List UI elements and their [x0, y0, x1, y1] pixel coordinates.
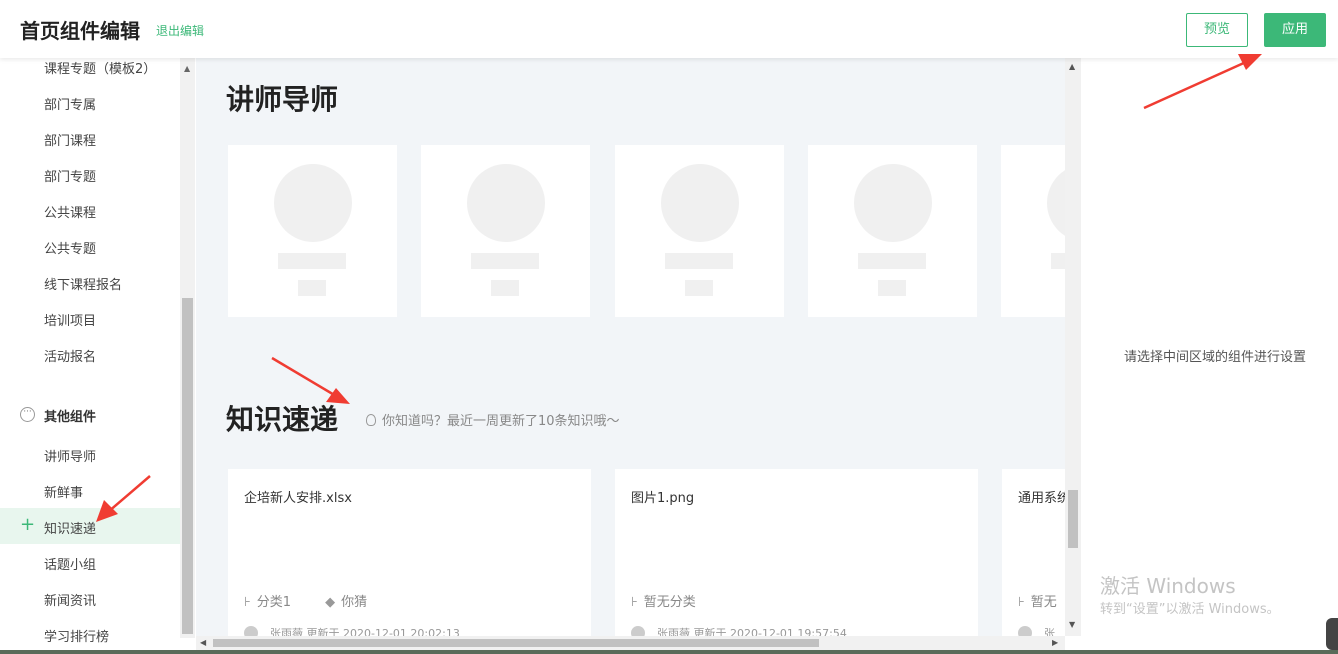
knowledge-card-meta: ⊦ 分类1 ◆ 你猜 — [244, 591, 367, 610]
knowledge-card-meta: ⊦ 暂无 — [1018, 591, 1057, 610]
sidebar-item-public-course[interactable]: 公共课程 — [44, 202, 96, 221]
knowledge-card-author: 张雨薇 — [270, 627, 303, 636]
settings-hint: 请选择中间区域的组件进行设置 — [1124, 350, 1307, 365]
knowledge-card-author-row: 张 — [1018, 625, 1055, 636]
lecturer-placeholder-card[interactable] — [808, 145, 977, 317]
lecturer-section-title[interactable]: 讲师导师 — [226, 78, 338, 118]
canvas-vertical-scroll-thumb[interactable] — [1068, 490, 1078, 548]
knowledge-card[interactable]: 通用系统 ⊦ 暂无 张 — [1002, 469, 1065, 636]
avatar-placeholder — [854, 164, 932, 242]
title-placeholder — [878, 280, 906, 296]
sidebar-item-knowledge[interactable]: 知识速递 — [44, 518, 96, 537]
floating-widget-icon[interactable] — [1326, 618, 1338, 650]
taskbar-strip — [0, 650, 1338, 654]
scroll-up-icon[interactable]: ▲ — [1069, 62, 1075, 71]
avatar — [631, 626, 645, 636]
scroll-left-icon[interactable]: ◀ — [200, 638, 206, 647]
exit-edit-link[interactable]: 退出编辑 — [156, 22, 204, 39]
lecturer-placeholder-card[interactable] — [615, 145, 784, 317]
canvas-horizontal-scroll-thumb[interactable] — [213, 639, 819, 647]
sidebar-item-public-topic[interactable]: 公共专题 — [44, 238, 96, 257]
sidebar-item-department-course[interactable]: 部门课程 — [44, 130, 96, 149]
sidebar-item-department-exclusive[interactable]: 部门专属 — [44, 94, 96, 113]
avatar-placeholder — [661, 164, 739, 242]
apply-button[interactable]: 应用 — [1264, 13, 1326, 47]
bulb-icon — [366, 414, 376, 426]
knowledge-card-title: 图片1.png — [631, 491, 695, 506]
lecturer-placeholder-card[interactable] — [421, 145, 590, 317]
knowledge-card-category: 暂无分类 — [643, 595, 696, 610]
title-placeholder — [685, 280, 713, 296]
component-sidebar: 课程专题（模板2） 部门专属 部门课程 部门专题 公共课程 公共专题 线下课程报… — [0, 58, 180, 654]
sidebar-item-training-project[interactable]: 培训项目 — [44, 310, 96, 329]
name-placeholder — [665, 253, 733, 269]
knowledge-card-category: 暂无 — [1030, 595, 1057, 610]
sidebar-item-news[interactable]: 新闻资讯 — [44, 590, 96, 609]
category-icon: ⊦ — [1018, 595, 1025, 610]
avatar-placeholder — [274, 164, 352, 242]
knowledge-card-category: 分类1 — [256, 595, 292, 610]
avatar — [1018, 626, 1032, 636]
sidebar-item-leaderboard[interactable]: 学习排行榜 — [44, 626, 109, 645]
sidebar-item-news-feed[interactable]: 新鲜事 — [44, 482, 83, 501]
sidebar-scroll-thumb[interactable] — [182, 298, 193, 634]
knowledge-section-title[interactable]: 知识速递 — [226, 398, 338, 438]
knowledge-card-title: 企培新人安排.xlsx — [244, 491, 352, 506]
name-placeholder — [278, 253, 346, 269]
tag-icon: ◆ — [325, 595, 336, 610]
title-placeholder — [298, 280, 326, 296]
knowledge-card-author-row: 张雨薇 更新于 2020-12-01 20:02:13 — [244, 625, 460, 636]
knowledge-card-author: 张 — [1044, 627, 1055, 636]
knowledge-card[interactable]: 图片1.png ⊦ 暂无分类 张雨薇 更新于 2020-12-01 19:57:5… — [615, 469, 978, 636]
settings-panel: 请选择中间区域的组件进行设置 激活 Windows 转到“设置”以激活 Wind… — [1082, 58, 1338, 650]
knowledge-tip: 你知道吗？最近一周更新了10条知识哦～ — [366, 410, 620, 429]
scroll-up-icon[interactable]: ▲ — [184, 64, 190, 73]
knowledge-tip-text: 你知道吗？最近一周更新了10条知识哦～ — [382, 414, 620, 429]
knowledge-card-author: 张雨薇 — [657, 627, 690, 636]
name-placeholder — [1051, 253, 1065, 269]
avatar-placeholder — [467, 164, 545, 242]
knowledge-card-tag: 你猜 — [341, 595, 368, 610]
sidebar-item-lecturer[interactable]: 讲师导师 — [44, 446, 96, 465]
name-placeholder — [471, 253, 539, 269]
preview-button[interactable]: 预览 — [1186, 13, 1248, 47]
preview-canvas: 讲师导师 知识速递 你知道吗？最近一周更新了10条知识哦～ 企培新人安排.xls… — [196, 58, 1065, 636]
canvas-horizontal-scrollbar[interactable]: ◀ ▶ — [196, 636, 1065, 650]
category-icon: ⊦ — [244, 595, 251, 610]
sidebar-item-department-topic[interactable]: 部门专题 — [44, 166, 96, 185]
plus-icon[interactable]: + — [20, 516, 35, 534]
header-bar: 首页组件编辑 退出编辑 预览 应用 — [0, 0, 1338, 58]
sidebar-group-title: 其他组件 — [44, 410, 97, 425]
category-icon: ⊦ — [631, 595, 638, 610]
scroll-down-icon[interactable]: ▼ — [1069, 620, 1075, 629]
avatar-placeholder — [1047, 164, 1065, 242]
canvas-vertical-scrollbar[interactable]: ▲ ▼ — [1065, 58, 1081, 636]
sidebar-item-topic-group[interactable]: 话题小组 — [44, 554, 96, 573]
knowledge-card-updated: 更新于 2020-12-01 19:57:54 — [693, 627, 847, 636]
knowledge-card-title: 通用系统 — [1018, 491, 1065, 506]
sidebar-item-course-topic-template2[interactable]: 课程专题（模板2） — [44, 58, 156, 77]
knowledge-card-meta: ⊦ 暂无分类 — [631, 591, 696, 610]
page-title: 首页组件编辑 — [20, 19, 140, 43]
lecturer-placeholder-card[interactable] — [228, 145, 397, 317]
knowledge-card[interactable]: 企培新人安排.xlsx ⊦ 分类1 ◆ 你猜 张雨薇 更新于 2020-12-01 2… — [228, 469, 591, 636]
lecturer-placeholder-card[interactable] — [1001, 145, 1065, 317]
knowledge-card-author-row: 张雨薇 更新于 2020-12-01 19:57:54 — [631, 625, 847, 636]
title-placeholder — [491, 280, 519, 296]
activation-watermark-title: 激活 Windows — [1100, 574, 1236, 598]
more-circle-icon: ··· — [20, 407, 35, 422]
sidebar-scrollbar[interactable]: ▲ — [180, 58, 195, 638]
activation-watermark-subtitle: 转到“设置”以激活 Windows。 — [1100, 602, 1280, 617]
avatar — [244, 626, 258, 636]
sidebar-item-offline-signup[interactable]: 线下课程报名 — [44, 274, 122, 293]
sidebar-item-event-signup[interactable]: 活动报名 — [44, 346, 96, 365]
knowledge-card-updated: 更新于 2020-12-01 20:02:13 — [306, 627, 460, 636]
name-placeholder — [858, 253, 926, 269]
scroll-right-icon[interactable]: ▶ — [1052, 638, 1058, 647]
